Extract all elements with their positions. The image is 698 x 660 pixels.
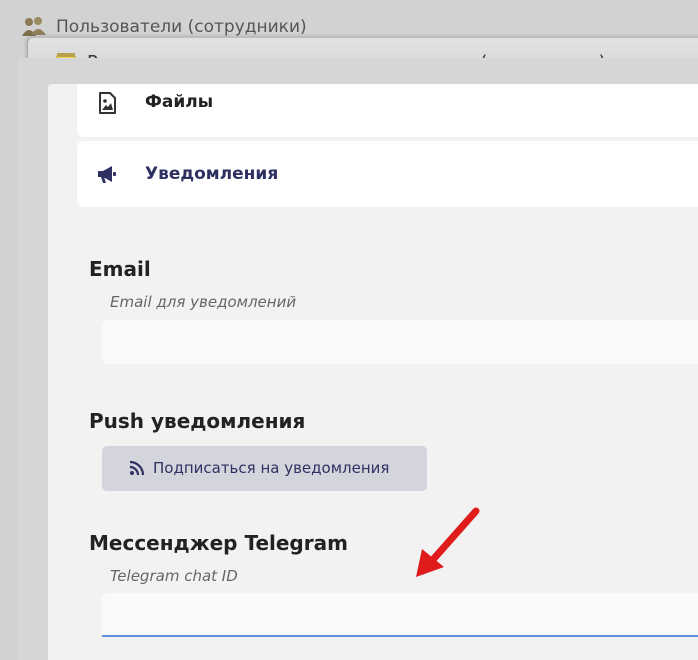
rss-icon — [129, 460, 145, 476]
image-file-icon — [99, 92, 116, 114]
nav-item-notifications-label: Уведомления — [145, 164, 279, 184]
email-field[interactable] — [102, 320, 698, 364]
email-heading: Email — [89, 257, 151, 281]
megaphone-icon — [98, 166, 116, 183]
red-arrow-icon — [416, 507, 480, 577]
telegram-field-label: Telegram chat ID — [110, 567, 238, 585]
background-window-title: Пользователи (сотрудники) — [56, 17, 307, 37]
subscribe-button-label: Подписаться на уведомления — [153, 459, 390, 477]
push-heading: Push уведомления — [89, 409, 306, 433]
telegram-heading: Мессенджер Telegram — [89, 531, 348, 555]
telegram-chat-id-field[interactable] — [102, 593, 698, 637]
subscribe-notifications-button[interactable]: Подписаться на уведомления — [102, 446, 427, 491]
email-field-label: Email для уведомлений — [110, 293, 297, 311]
nav-item-files[interactable]: Файлы — [77, 84, 698, 137]
nav-item-files-label: Файлы — [145, 92, 214, 112]
nav-item-notifications[interactable]: Уведомления — [77, 141, 698, 207]
